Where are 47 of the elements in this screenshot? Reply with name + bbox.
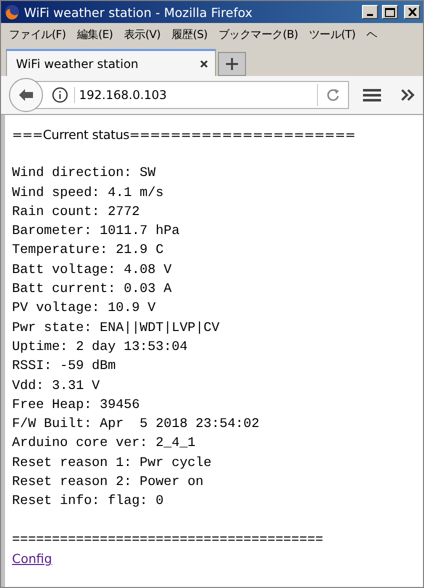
- window-title: WiFi weather station - Mozilla Firefox: [24, 4, 254, 20]
- minimize-button[interactable]: [362, 5, 378, 19]
- status-line: Wind direction: SW: [12, 164, 157, 182]
- status-line: Reset reason 1: Pwr cycle: [12, 454, 212, 472]
- status-line: Reset info: flag: 0: [12, 492, 165, 510]
- maximize-icon: [385, 8, 395, 16]
- status-line: Uptime: 2 day 13:53:04: [12, 338, 189, 356]
- status-line: Pwr state: ENA||WDT|LVP|CV: [12, 318, 220, 337]
- status-line: PV voltage: 10.9 V: [12, 299, 157, 318]
- config-link[interactable]: Config: [12, 550, 52, 566]
- close-icon: [408, 8, 416, 16]
- status-line: Arduino core ver: 2_4_1: [12, 434, 197, 452]
- close-button[interactable]: [404, 5, 420, 19]
- separator-line: =======================================: [12, 530, 324, 549]
- status-line: Barometer: 1011.7 hPa: [12, 222, 181, 240]
- status-line: Reset reason 2: Power on: [12, 473, 205, 492]
- overflow-button[interactable]: [401, 89, 415, 101]
- menu-item[interactable]: 履歴(S): [171, 26, 208, 42]
- status-line: Temperature: 21.9 C: [12, 241, 165, 260]
- maximize-button[interactable]: [382, 5, 398, 19]
- menu-item[interactable]: ブックマーク(B): [218, 26, 298, 42]
- chevrons-icon: [401, 89, 415, 101]
- menu-item[interactable]: 編集(E): [76, 26, 113, 42]
- menu-item[interactable]: 表示(V): [124, 26, 160, 42]
- status-line: Rain count: 2772: [12, 202, 141, 221]
- back-button[interactable]: [9, 78, 43, 112]
- status-line: F/W Built: Apr 5 2018 23:54:02: [12, 415, 260, 434]
- browser-logo-icon: [4, 4, 20, 20]
- menu-item[interactable]: ツール(T): [308, 26, 356, 42]
- status-line: Wind speed: 4.1 m/s: [12, 184, 165, 202]
- status-line: Free Heap: 39456: [12, 396, 141, 414]
- status-line: Batt current: 0.03 A: [12, 280, 173, 298]
- status-line: Vdd: 3.31 V: [12, 376, 101, 395]
- status-heading: ===Current status======================: [12, 126, 356, 144]
- menu-button[interactable]: [363, 88, 381, 102]
- reload-icon[interactable]: [326, 88, 340, 102]
- status-line: Batt voltage: 4.08 V: [12, 260, 173, 279]
- close-icon[interactable]: [199, 58, 209, 68]
- status-line: RSSI: -59 dBm: [12, 357, 117, 376]
- plus-icon: [226, 58, 238, 70]
- menu-icon: [363, 88, 381, 102]
- menu-item[interactable]: ファイル(F): [9, 26, 66, 42]
- back-arrow-icon: [18, 88, 34, 102]
- new-tab-button[interactable]: [218, 52, 246, 76]
- menu-item[interactable]: ヘ: [366, 26, 378, 42]
- browser-tab[interactable]: WiFi weather station: [6, 49, 216, 76]
- info-icon[interactable]: [52, 87, 68, 103]
